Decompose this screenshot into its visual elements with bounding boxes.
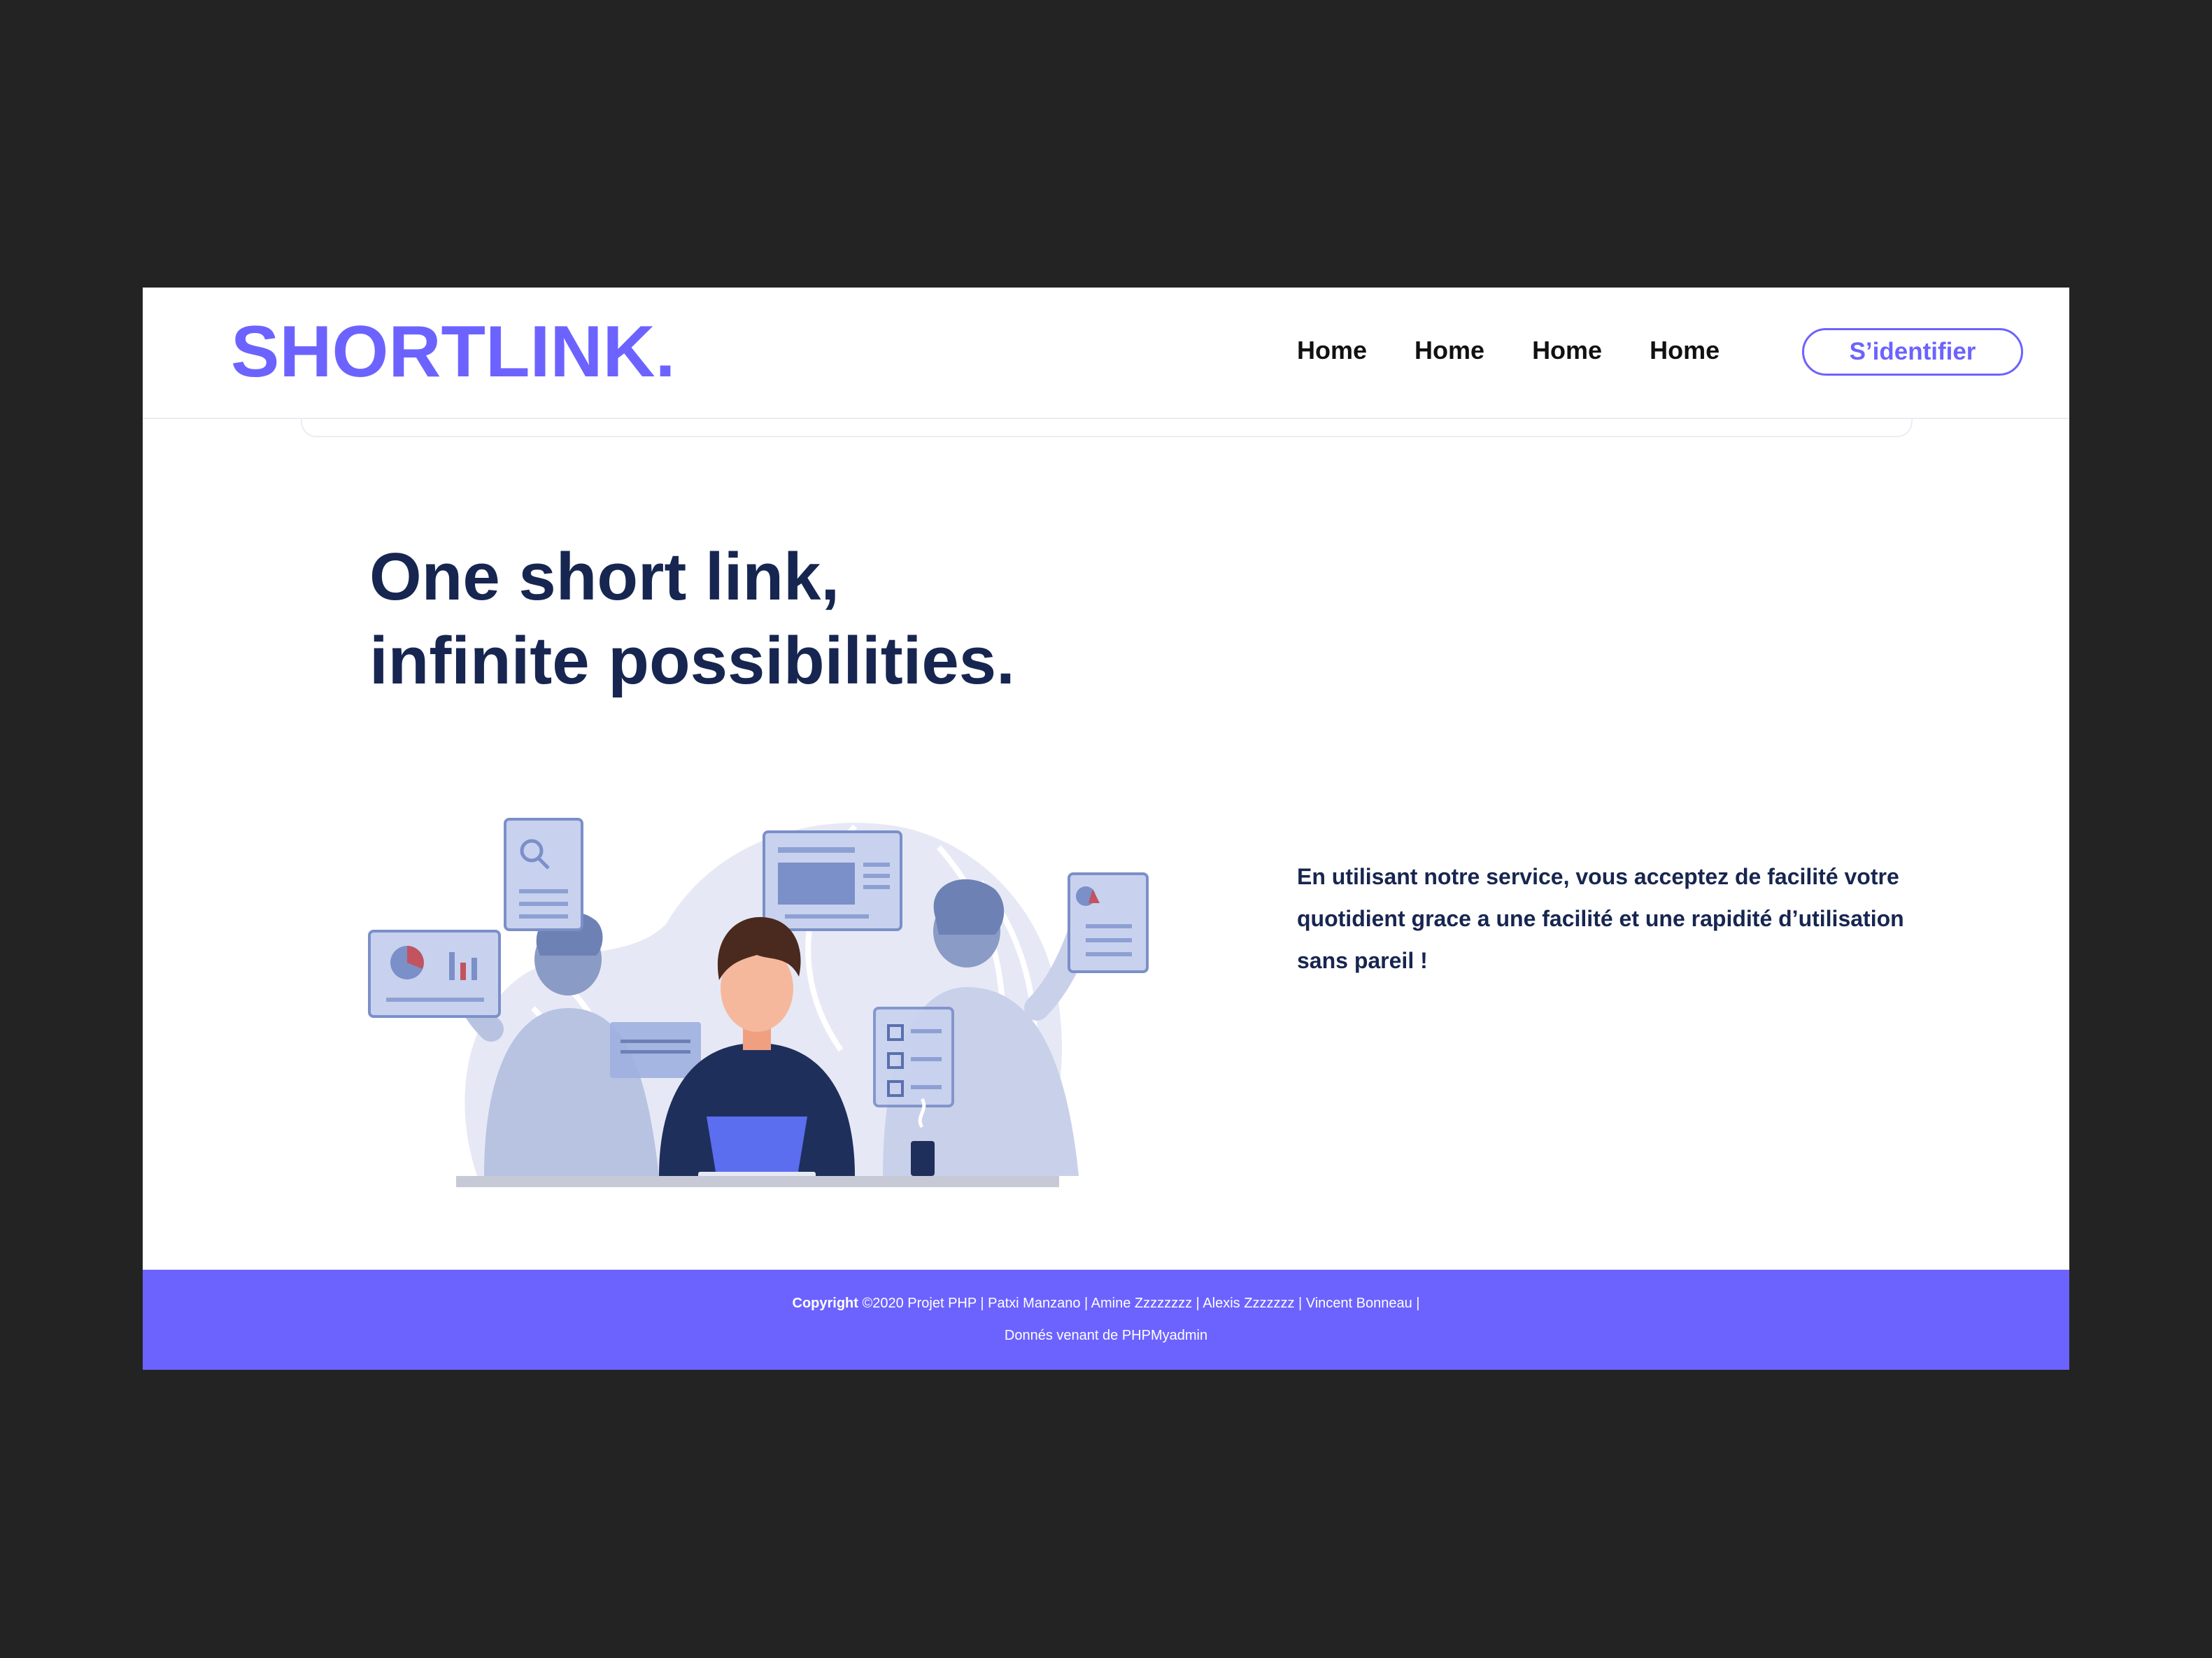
page-window: SHORTLINK. Home Home Home Home S’identif… <box>143 288 2069 1370</box>
footer-data-source: Donnés venant de PHPMyadmin <box>1004 1328 1208 1343</box>
nav-home-1[interactable]: Home <box>1297 338 1367 363</box>
copyright-text: ©2020 Projet PHP | Patxi Manzano | Amine… <box>862 1296 1420 1311</box>
main-nav: Home Home Home Home <box>1297 338 1720 363</box>
header-divider <box>301 418 1913 437</box>
footer-copyright: Copyright ©2020 Projet PHP | Patxi Manza… <box>143 1296 2069 1310</box>
login-button[interactable]: S’identifier <box>1802 328 2023 376</box>
nav-home-4[interactable]: Home <box>1650 338 1720 363</box>
site-header: SHORTLINK. Home Home Home Home S’identif… <box>143 288 2069 419</box>
copyright-label: Copyright <box>792 1296 858 1311</box>
hero-title-line-1: One short link, <box>369 539 840 614</box>
nav-home-2[interactable]: Home <box>1415 338 1484 363</box>
team-working-illustration <box>368 818 1149 1187</box>
hero-title-line-2: infinite possibilities. <box>369 623 1015 698</box>
nav-home-3[interactable]: Home <box>1532 338 1602 363</box>
site-logo[interactable]: SHORTLINK. <box>231 316 676 388</box>
hero-description: En utilisant notre service, vous accepte… <box>1297 864 1904 973</box>
site-footer: Copyright ©2020 Projet PHP | Patxi Manza… <box>143 1270 2069 1370</box>
hero-title: One short link, infinite possibilities. <box>369 535 1015 703</box>
